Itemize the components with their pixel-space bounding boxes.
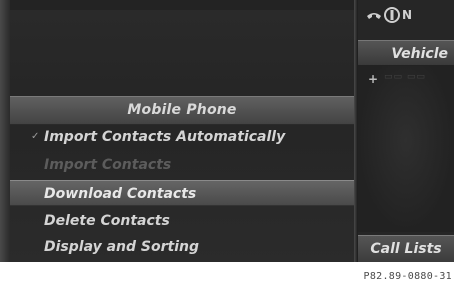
- menu-item-label: Download Contacts: [44, 186, 197, 202]
- menu-item-label: Import Contacts Automatically: [44, 129, 286, 145]
- vehicle-tab[interactable]: Vehicle: [358, 40, 454, 66]
- menu-item-import-contacts: Import Contacts: [10, 152, 354, 178]
- menu-item-import-contacts-automatically[interactable]: ✓ Import Contacts Automatically: [10, 124, 354, 150]
- menu-item-display-and-sorting[interactable]: Display and Sorting: [10, 234, 354, 260]
- menu-title: Mobile Phone: [10, 96, 354, 125]
- faint-map-detail: ▭▭ ▭▭: [384, 72, 426, 82]
- status-label: N: [402, 8, 413, 22]
- navigation-preview: [358, 66, 454, 232]
- figure-code: P82.89-0880-31: [363, 271, 452, 282]
- menu-item-label: Delete Contacts: [44, 213, 170, 229]
- menu-item-download-contacts[interactable]: Download Contacts: [10, 180, 354, 206]
- head-unit-screen: Mobile Phone ✓ Import Contacts Automatic…: [0, 0, 454, 263]
- check-icon: ✓: [31, 131, 40, 142]
- right-panel: N Vehicle + ▭▭ ▭▭ Call Lists: [358, 0, 454, 263]
- footer: P82.89-0880-31: [0, 262, 454, 289]
- phone-handset-icon: [367, 13, 381, 19]
- menu-item-delete-contacts[interactable]: Delete Contacts: [10, 208, 354, 234]
- signal-icon: [384, 7, 400, 23]
- call-lists-tab[interactable]: Call Lists: [358, 235, 454, 263]
- menu-item-label: Display and Sorting: [44, 239, 199, 255]
- plus-icon: +: [368, 72, 379, 86]
- menu-item-label: Import Contacts: [44, 157, 172, 173]
- status-bar: N: [358, 0, 454, 30]
- left-edge-bezel: [0, 0, 10, 262]
